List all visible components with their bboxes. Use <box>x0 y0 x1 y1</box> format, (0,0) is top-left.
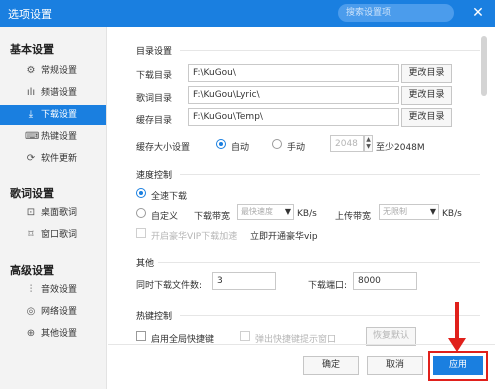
vip-accelerate-label: 开启豪华VIP下载加速 <box>151 232 238 242</box>
cache-auto-label: 自动 <box>231 143 250 153</box>
open-vip-link[interactable]: 立即开通豪华vip <box>250 229 318 242</box>
section-title-directory: 目录设置 <box>136 47 173 57</box>
window-title: 选项设置 <box>8 8 52 21</box>
cache-size-stepper[interactable]: ▲ ▼ <box>364 135 373 152</box>
sidebar-item-label: 常规设置 <box>41 66 78 76</box>
sidebar-group-advanced: 高级设置 <box>10 264 54 277</box>
cache-dir-label: 缓存目录 <box>136 116 173 126</box>
vip-accelerate-checkbox[interactable] <box>136 228 146 238</box>
download-icon: ⤓ <box>28 109 34 120</box>
section-divider <box>180 50 480 51</box>
sidebar-item-window-lyric[interactable]: ⌑ 窗口歌词 <box>0 225 106 245</box>
sidebar-group-lyric: 歌词设置 <box>10 187 54 200</box>
sidebar-item-label: 窗口歌词 <box>41 230 78 240</box>
close-icon[interactable]: ✕ <box>470 5 486 21</box>
sidebar-item-label: 桌面歌词 <box>41 208 78 218</box>
cancel-button[interactable]: 取消 <box>367 356 423 375</box>
download-bandwidth-unit: KB/s <box>297 209 317 219</box>
sidebar-item-label: 音效设置 <box>41 285 78 295</box>
download-port-input[interactable]: 8000 <box>353 272 417 290</box>
sidebar-item-label: 其他设置 <box>41 329 78 339</box>
ok-button[interactable]: 确定 <box>303 356 359 375</box>
sidebar-item-label: 网络设置 <box>41 307 78 317</box>
global-hotkey-checkbox[interactable] <box>136 331 146 341</box>
download-dir-input[interactable]: F:\KuGou\ <box>188 64 399 82</box>
sidebar-item-update[interactable]: ⟳ 软件更新 <box>0 149 106 169</box>
sidebar-item-label: 频谱设置 <box>41 88 78 98</box>
gear-icon: ⚙ <box>26 65 36 76</box>
section-title-other: 其他 <box>136 259 155 269</box>
full-speed-radio[interactable] <box>136 188 146 198</box>
lyric-dir-input[interactable]: F:\KuGou\Lyric\ <box>188 86 399 104</box>
download-bandwidth-select[interactable]: 最快速度 ▼ <box>237 204 294 220</box>
sidebar-item-label: 热键设置 <box>41 132 78 142</box>
cache-size-input[interactable]: 2048 <box>330 135 364 152</box>
sidebar-item-label: 下载设置 <box>41 110 78 120</box>
other-icon: ⊕ <box>26 328 36 339</box>
upload-bandwidth-value: 无限制 <box>383 207 407 216</box>
section-title-speed: 速度控制 <box>136 171 173 181</box>
upload-bandwidth-unit: KB/s <box>442 209 462 219</box>
window-lyric-icon: ⌑ <box>28 229 34 240</box>
upload-bandwidth-select[interactable]: 无限制 ▼ <box>379 204 439 220</box>
sidebar-item-label: 软件更新 <box>41 154 78 164</box>
section-divider <box>180 174 480 175</box>
cache-manual-label: 手动 <box>287 143 306 153</box>
cache-dir-input[interactable]: F:\KuGou\Temp\ <box>188 108 399 126</box>
change-cache-dir-button[interactable]: 更改目录 <box>401 108 452 127</box>
download-bandwidth-label: 下载带宽 <box>194 212 231 222</box>
settings-panel: 目录设置 下载目录 F:\KuGou\ 更改目录 歌词目录 F:\KuGou\L… <box>108 27 495 389</box>
network-icon: ◎ <box>26 306 36 317</box>
concurrent-downloads-input[interactable]: 3 <box>212 272 276 290</box>
desktop-lyric-icon: ⊡ <box>26 207 36 218</box>
upload-bandwidth-label: 上传带宽 <box>335 212 372 222</box>
sidebar-item-download[interactable]: ⤓ 下载设置 <box>0 105 106 125</box>
title-bar: 选项设置 搜索设置项 ✕ <box>0 0 495 27</box>
scrollbar-thumb[interactable] <box>481 36 487 96</box>
sidebar-item-desktop-lyric[interactable]: ⊡ 桌面歌词 <box>0 203 106 223</box>
settings-search-input[interactable]: 搜索设置项 <box>338 4 454 22</box>
cache-min-text: 至少2048M <box>376 143 425 153</box>
sidebar-group-basic: 基本设置 <box>10 43 54 56</box>
change-download-dir-button[interactable]: 更改目录 <box>401 64 452 83</box>
sidebar: 基本设置 ⚙ 常规设置 ılı 频谱设置 ⤓ 下载设置 ⌨ 热键设置 ⟳ 软件更… <box>0 27 107 389</box>
download-bandwidth-value: 最快速度 <box>241 207 273 216</box>
update-icon: ⟳ <box>26 153 36 164</box>
change-lyric-dir-button[interactable]: 更改目录 <box>401 86 452 105</box>
spectrum-icon: ılı <box>26 87 36 98</box>
section-divider <box>158 262 480 263</box>
equalizer-icon: ⫶ <box>29 284 33 295</box>
full-speed-label: 全速下载 <box>151 192 188 202</box>
sidebar-item-network[interactable]: ◎ 网络设置 <box>0 302 106 322</box>
custom-speed-radio[interactable] <box>136 208 146 218</box>
download-port-label: 下载端口: <box>308 281 348 291</box>
keyboard-icon: ⌨ <box>25 131 40 142</box>
cache-auto-radio[interactable] <box>216 139 226 149</box>
arrow-icon <box>448 302 466 352</box>
cache-manual-radio[interactable] <box>272 139 282 149</box>
cache-size-label: 缓存大小设置 <box>136 143 191 153</box>
sidebar-item-general[interactable]: ⚙ 常规设置 <box>0 61 106 81</box>
concurrent-downloads-label: 同时下载文件数: <box>136 281 203 291</box>
chevron-down-icon: ▼ <box>284 207 291 216</box>
sidebar-item-sound-effect[interactable]: ⫶ 音效设置 <box>0 280 106 300</box>
sidebar-item-other[interactable]: ⊕ 其他设置 <box>0 324 106 344</box>
custom-speed-label: 自定义 <box>151 212 179 222</box>
sidebar-item-hotkey[interactable]: ⌨ 热键设置 <box>0 127 106 147</box>
section-title-hotkey: 热键控制 <box>136 312 173 322</box>
footer-divider <box>108 344 495 345</box>
sidebar-item-spectrum[interactable]: ılı 频谱设置 <box>0 83 106 103</box>
lyric-dir-label: 歌词目录 <box>136 94 173 104</box>
section-divider <box>180 315 480 316</box>
chevron-down-icon: ▼ <box>429 207 436 216</box>
download-dir-label: 下载目录 <box>136 71 173 81</box>
hotkey-tip-checkbox[interactable] <box>240 331 250 341</box>
